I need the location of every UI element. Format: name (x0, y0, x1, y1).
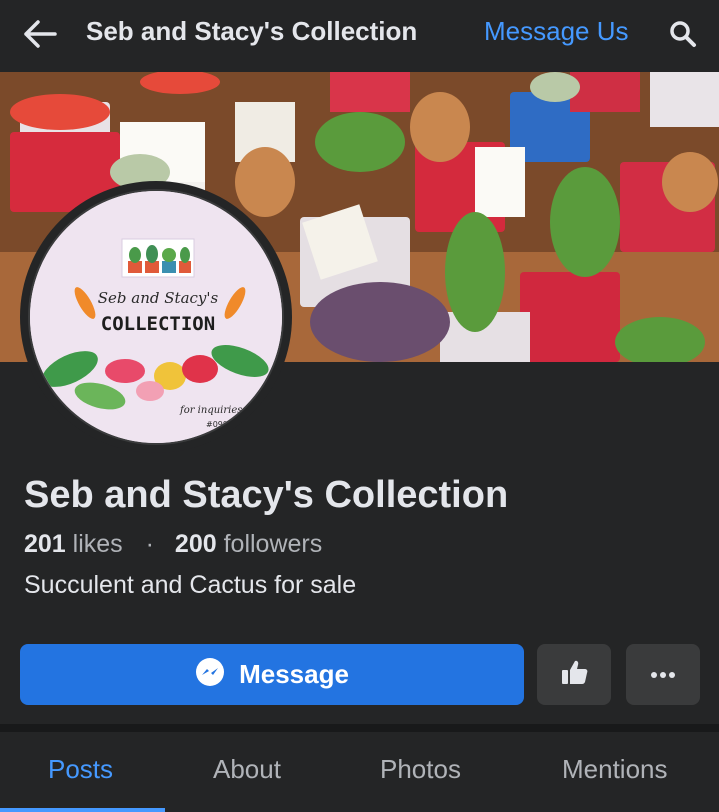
back-arrow-icon[interactable] (22, 18, 58, 50)
avatar-script-text: Seb and Stacy's (98, 289, 219, 307)
message-us-link[interactable]: Message Us (484, 16, 629, 47)
page-stats: 201 likes · 200 followers (24, 530, 322, 559)
avatar[interactable]: Seb and Stacy's COLLECTION for inquiries… (28, 189, 284, 445)
tab-about[interactable]: About (213, 754, 281, 785)
avatar-brand-text: COLLECTION (101, 313, 215, 335)
message-button-label: Message (239, 659, 349, 689)
stats-separator: · (145, 530, 154, 558)
tab-mentions[interactable]: Mentions (562, 754, 668, 785)
search-icon[interactable] (668, 19, 698, 49)
page-category: Succulent and Cactus for sale (24, 571, 357, 599)
like-button[interactable] (537, 644, 611, 705)
likes-count: 201 (24, 530, 66, 558)
tab-photos[interactable]: Photos (380, 754, 461, 785)
followers-label: followers (223, 530, 323, 558)
active-tab-indicator (0, 808, 165, 812)
thumbs-up-icon (559, 657, 589, 692)
section-divider (0, 724, 719, 732)
likes-label: likes (72, 530, 123, 558)
tab-bar: Posts About Photos Mentions (0, 732, 719, 812)
more-options-button[interactable] (626, 644, 700, 705)
header-title: Seb and Stacy's Collection (86, 16, 418, 46)
message-button[interactable]: Message (20, 644, 524, 705)
messenger-icon (195, 657, 225, 692)
followers-count: 200 (174, 530, 217, 558)
tab-posts[interactable]: Posts (48, 754, 113, 785)
top-bar: Seb and Stacy's Collection Message Us (0, 0, 719, 70)
more-dots-icon (650, 666, 676, 684)
page-name: Seb and Stacy's Collection (24, 474, 509, 516)
